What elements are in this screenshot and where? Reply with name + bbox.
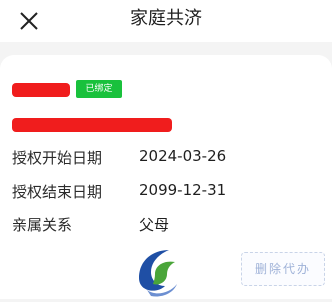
auth-end-value: 2099-12-31 [139, 181, 227, 199]
status-badge: 已绑定 [76, 80, 122, 98]
auth-start-label: 授权开始日期 [12, 149, 103, 167]
redacted-name [12, 83, 70, 97]
app-logo-icon [129, 244, 183, 298]
close-button[interactable] [14, 6, 44, 36]
relation-label: 亲属关系 [12, 216, 73, 234]
auth-end-label: 授权结束日期 [12, 183, 103, 201]
remove-agent-label: 删除代办 [254, 262, 311, 276]
relation-value: 父母 [139, 216, 170, 234]
top-bar: 家庭共济 [0, 0, 332, 42]
close-icon [20, 12, 38, 30]
page-title: 家庭共济 [130, 8, 202, 29]
remove-agent-button[interactable]: 删除代办 [241, 252, 325, 286]
auth-start-value: 2024-03-26 [139, 147, 227, 165]
redacted-id-number [12, 118, 172, 132]
